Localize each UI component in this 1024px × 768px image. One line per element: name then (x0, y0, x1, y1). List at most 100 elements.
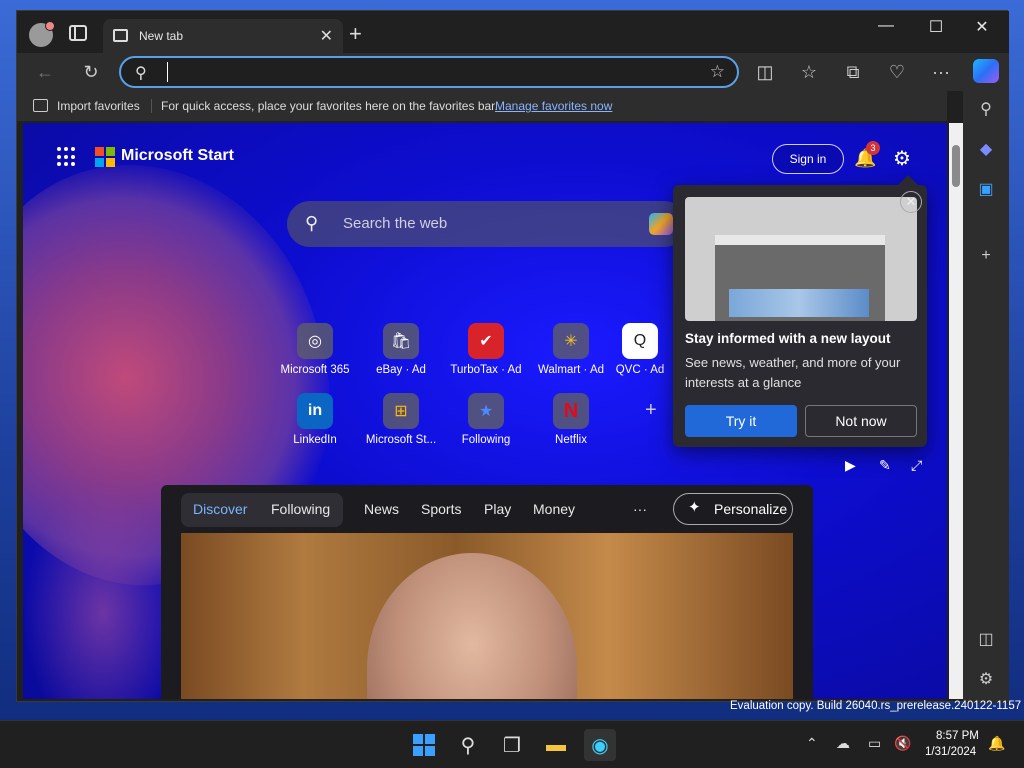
favorite-star-icon[interactable]: ☆ (710, 62, 725, 82)
quick-link-label: Microsoft St... (365, 434, 437, 446)
outlook-icon[interactable]: ▣ (975, 179, 997, 201)
tab-play[interactable]: Play (484, 501, 511, 517)
maximize-button[interactable]: ☐ (913, 17, 959, 37)
add-shortcut-icon[interactable]: + (645, 399, 657, 422)
following-icon: ★ (468, 393, 504, 429)
tab-sports[interactable]: Sports (421, 501, 461, 517)
tab-news[interactable]: News (364, 501, 399, 517)
file-explorer-icon[interactable]: ▬ (540, 729, 572, 761)
browser-essentials-icon[interactable]: ♡ (883, 59, 911, 85)
play-background-icon[interactable]: ▶ (845, 457, 856, 474)
quick-link[interactable]: in LinkedIn (275, 393, 355, 446)
brand-title: Microsoft Start (121, 147, 234, 164)
clock-date[interactable]: 1/31/2024 (925, 746, 976, 758)
more-tabs-button[interactable]: ··· (633, 501, 647, 517)
scrollbar-thumb[interactable] (952, 145, 960, 187)
sign-in-button[interactable]: Sign in (772, 144, 844, 174)
close-window-button[interactable]: ✕ (959, 17, 1005, 37)
copilot-sidebar-icon[interactable]: ◆ (975, 139, 997, 161)
profile-avatar[interactable] (29, 21, 55, 47)
search-icon[interactable]: ⚲ (452, 729, 484, 761)
edge-sidebar: ⚲ ◆ ▣ + ◫ ⚙ (963, 91, 1009, 703)
netflix-icon: N (553, 393, 589, 429)
back-icon[interactable]: ← (31, 59, 59, 85)
notification-badge: 3 (866, 141, 880, 155)
import-favorites-icon (33, 99, 48, 112)
navigation-toolbar: ← ↻ ⚲ ☆ ◫ ☆ ⧉ ♡ ··· (17, 53, 1009, 91)
expand-icon[interactable]: ⤢ (911, 457, 922, 474)
quick-link[interactable]: ✔ TurboTax · Ad (446, 323, 526, 376)
quick-link-label: Following (461, 434, 511, 446)
m365-icon: ◎ (297, 323, 333, 359)
tab-actions-icon[interactable] (69, 25, 87, 41)
popup-title: Stay informed with a new layout (685, 331, 891, 346)
split-screen-icon[interactable]: ◫ (751, 59, 779, 85)
search-icon[interactable]: ⚲ (975, 99, 997, 121)
collections-icon[interactable]: ⧉ (839, 59, 867, 85)
new-tab-button[interactable]: + (349, 23, 362, 45)
page-settings-gear-icon[interactable]: ⚙ (893, 146, 911, 171)
quick-link[interactable]: ⊞ Microsoft St... (361, 393, 441, 446)
quick-link-label: Microsoft 365 (280, 364, 350, 376)
new-tab-page-icon (113, 29, 128, 42)
news-feed: Discover Following News Sports Play Mone… (161, 485, 813, 699)
edge-taskbar-icon[interactable]: ◉ (584, 729, 616, 761)
quick-link[interactable]: ✳ Walmart · Ad (531, 323, 611, 376)
quick-link-label: QVC · Ad (615, 364, 665, 376)
add-sidebar-app-icon[interactable]: + (975, 245, 997, 267)
new-tab-page: Microsoft Start Sign in 🔔 3 ⚙ ⚲ Search t… (23, 123, 947, 699)
notification-center-icon[interactable]: 🔔 (988, 735, 1005, 752)
show-hidden-icons-icon[interactable]: ⌃ (806, 735, 818, 752)
favorites-bar: Import favorites For quick access, place… (17, 91, 947, 121)
quick-link[interactable]: 🛍 eBay · Ad (361, 323, 441, 376)
tab-new-tab[interactable]: New tab ✕ (103, 19, 343, 53)
refresh-icon[interactable]: ↻ (77, 59, 105, 85)
not-now-button[interactable]: Not now (805, 405, 917, 437)
edit-background-icon[interactable]: ✎ (879, 457, 891, 474)
personalize-button[interactable]: ✦ Personalize (673, 493, 793, 525)
personalize-label: Personalize (714, 501, 788, 517)
try-it-button[interactable]: Try it (685, 405, 797, 437)
favorites-icon[interactable]: ☆ (795, 59, 823, 85)
task-view-icon[interactable]: ❐ (496, 729, 528, 761)
manage-favorites-link[interactable]: Manage favorites now (495, 99, 612, 113)
tab-money[interactable]: Money (533, 501, 575, 517)
quick-link-label: TurboTax · Ad (450, 364, 522, 376)
hide-sidebar-icon[interactable]: ◫ (975, 629, 997, 651)
quick-link[interactable]: Q QVC · Ad (615, 323, 665, 376)
quick-link[interactable]: ★ Following (446, 393, 526, 446)
msstore-icon: ⊞ (383, 393, 419, 429)
copilot-search-icon[interactable] (649, 213, 673, 235)
quick-link[interactable]: ◎ Microsoft 365 (275, 323, 355, 376)
web-search-placeholder: Search the web (343, 215, 448, 232)
start-button[interactable] (408, 729, 440, 761)
close-icon[interactable]: ✕ (900, 191, 922, 213)
popup-description: See news, weather, and more of your inte… (685, 355, 901, 390)
address-input[interactable] (167, 62, 687, 82)
copilot-icon[interactable] (973, 59, 999, 83)
quick-link[interactable]: N Netflix (531, 393, 611, 446)
import-favorites-link[interactable]: Import favorites (57, 99, 140, 113)
volume-muted-icon[interactable]: 🔇 (894, 735, 911, 752)
microsoft-logo-icon (95, 147, 115, 167)
tab-discover[interactable]: Discover (193, 501, 247, 517)
more-options-icon[interactable]: ··· (927, 59, 955, 85)
new-layout-popup: ✕ Stay informed with a new layout See ne… (673, 185, 927, 447)
app-launcher-icon[interactable] (57, 147, 77, 167)
address-bar[interactable]: ⚲ ☆ (119, 56, 739, 88)
sidebar-settings-icon[interactable]: ⚙ (975, 669, 997, 691)
minimize-button[interactable]: — (863, 17, 909, 35)
display-icon[interactable]: ▭ (868, 735, 881, 752)
tab-following[interactable]: Following (271, 501, 330, 517)
evaluation-watermark: Evaluation copy. Build 26040.rs_prerelea… (730, 700, 1022, 712)
clock-time[interactable]: 8:57 PM (936, 730, 979, 742)
news-photo[interactable] (181, 533, 793, 699)
page-scrollbar[interactable] (949, 123, 963, 699)
personalize-icon: ✦ (688, 499, 701, 516)
search-icon: ⚲ (305, 213, 319, 233)
turbotax-icon: ✔ (468, 323, 504, 359)
close-tab-icon[interactable]: ✕ (320, 26, 333, 46)
web-search-box[interactable]: ⚲ Search the web (287, 201, 687, 247)
network-icon[interactable]: ☁ (836, 735, 850, 752)
news-photo-person (367, 553, 577, 699)
